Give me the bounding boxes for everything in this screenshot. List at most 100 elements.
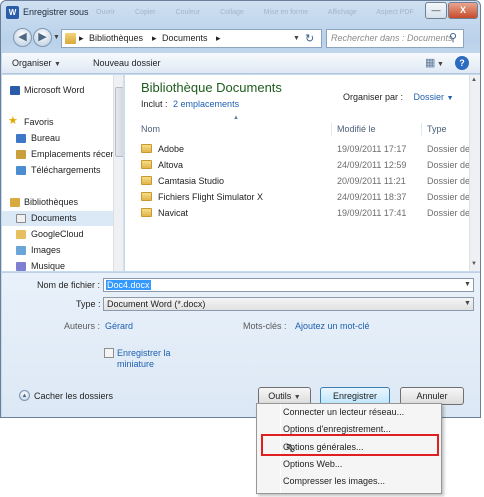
star-icon: ★ bbox=[8, 115, 18, 127]
file-list-scrollbar[interactable]: ▲ ▼ bbox=[469, 75, 480, 271]
view-dropdown-icon[interactable]: ▼ bbox=[437, 58, 444, 68]
bg-tab: Couleur bbox=[175, 9, 201, 16]
organize-button[interactable]: Organiser ▼ bbox=[12, 58, 61, 68]
chevron-down-icon[interactable]: ▼ bbox=[464, 300, 471, 307]
menu-item-map-network-drive[interactable]: Connecter un lecteur réseau... bbox=[283, 407, 404, 417]
column-divider[interactable] bbox=[421, 123, 422, 136]
folder-icon bbox=[141, 176, 152, 185]
help-icon[interactable]: ? bbox=[455, 56, 469, 70]
search-box[interactable]: Rechercher dans : Documents ⚲ bbox=[326, 29, 464, 48]
sidebar-item-label: Microsoft Word bbox=[24, 85, 85, 95]
file-modified: 19/09/2011 17:41 bbox=[337, 208, 407, 218]
save-as-dialog: W Enregistrer sous Ouvrir Copier Couleur… bbox=[0, 0, 481, 418]
sidebar-item-recent-places[interactable]: Emplacements récents bbox=[2, 147, 123, 162]
sidebar-item-images[interactable]: Images bbox=[2, 243, 123, 258]
chevron-down-icon[interactable]: ▼ bbox=[447, 95, 454, 102]
organize-label: Organiser bbox=[12, 58, 52, 68]
sidebar-item-documents[interactable]: Documents bbox=[2, 211, 123, 226]
bg-tab: Ouvrir bbox=[96, 9, 116, 16]
sidebar-item-favorites[interactable]: ★ Favoris bbox=[2, 115, 123, 130]
thumbnail-label-line1[interactable]: Enregistrer la bbox=[117, 348, 171, 358]
libraries-icon bbox=[10, 198, 20, 207]
bg-tab: Aspect PDF bbox=[376, 9, 414, 16]
search-input[interactable]: Rechercher dans : Documents bbox=[331, 33, 453, 43]
file-row[interactable]: Navicat 19/09/2011 17:41 Dossier de fic bbox=[141, 205, 469, 221]
back-arrow-icon: ◀ bbox=[18, 31, 27, 43]
tools-label: Outils bbox=[268, 391, 292, 401]
word-app-icon: W bbox=[6, 6, 19, 19]
close-button[interactable]: X bbox=[448, 2, 478, 19]
file-modified: 24/09/2011 12:59 bbox=[337, 160, 407, 170]
hide-folders-link[interactable]: Cacher les dossiers bbox=[34, 391, 113, 401]
sidebar-item-libraries[interactable]: Bibliothèques bbox=[2, 195, 123, 210]
filename-label: Nom de fichier : bbox=[37, 280, 101, 290]
file-modified: 19/09/2011 17:17 bbox=[337, 144, 407, 154]
file-type-select[interactable]: Document Word (*.docx) ▼ bbox=[103, 297, 474, 311]
documents-icon bbox=[16, 214, 26, 223]
arrange-by-dropdown[interactable]: Dossier bbox=[414, 92, 445, 102]
file-name: Camtasia Studio bbox=[158, 176, 225, 186]
scroll-down-icon[interactable]: ▼ bbox=[471, 261, 477, 267]
sidebar-item-desktop[interactable]: Bureau bbox=[2, 131, 123, 146]
scroll-up-icon[interactable]: ▲ bbox=[471, 77, 477, 83]
file-modified: 20/09/2011 11:21 bbox=[337, 176, 406, 186]
menu-item-save-options[interactable]: Options d'enregistrement... bbox=[283, 424, 391, 434]
word-icon bbox=[10, 86, 20, 95]
background-ribbon-tabs: Ouvrir Copier Couleur Collage Mise en fo… bbox=[96, 9, 426, 19]
thumbnail-label-line2[interactable]: miniature bbox=[117, 359, 154, 369]
file-row[interactable]: Altova 24/09/2011 12:59 Dossier de fic bbox=[141, 157, 469, 173]
address-dropdown-icon[interactable]: ▼ bbox=[293, 35, 300, 42]
sidebar-item-downloads[interactable]: Téléchargements bbox=[2, 163, 123, 178]
column-divider[interactable] bbox=[331, 123, 332, 136]
title-bar: W Enregistrer sous Ouvrir Copier Couleur… bbox=[1, 1, 480, 25]
column-header-modified[interactable]: Modifié le bbox=[337, 120, 376, 138]
keywords-field[interactable]: Ajoutez un mot-clé bbox=[295, 321, 370, 331]
bg-tab: Collage bbox=[220, 9, 244, 16]
sidebar-item-googlecloud[interactable]: GoogleCloud bbox=[2, 227, 123, 242]
folder-icon bbox=[141, 160, 152, 169]
sidebar-scrollbar[interactable] bbox=[113, 75, 123, 271]
address-bar[interactable]: ▸ Bibliothèques ▸ Documents ▸ ▼ ↻ bbox=[61, 29, 322, 48]
sidebar-item-music[interactable]: Musique bbox=[2, 259, 123, 271]
bg-tab: Mise en forme bbox=[263, 9, 309, 16]
back-button[interactable]: ◀ bbox=[13, 28, 32, 47]
filename-input[interactable]: Doc4.docx bbox=[106, 280, 151, 290]
forward-button[interactable]: ▶ bbox=[33, 28, 52, 47]
type-label: Type : bbox=[76, 299, 101, 309]
history-dropdown-icon[interactable]: ▼ bbox=[53, 34, 60, 41]
menu-item-web-options[interactable]: Options Web... bbox=[283, 459, 342, 469]
menu-item-compress-images[interactable]: Compresser les images... bbox=[283, 476, 385, 486]
column-header-name[interactable]: Nom bbox=[141, 120, 160, 138]
column-header-type[interactable]: Type bbox=[427, 120, 447, 138]
hide-folders-icon[interactable]: ▲ bbox=[19, 390, 30, 401]
new-folder-button[interactable]: Nouveau dossier bbox=[93, 58, 161, 68]
breadcrumb-documents[interactable]: Documents bbox=[162, 33, 208, 43]
sidebar-item-microsoft-word[interactable]: Microsoft Word bbox=[2, 83, 123, 98]
minimize-button[interactable]: — bbox=[425, 2, 447, 19]
thumbnail-checkbox[interactable] bbox=[104, 348, 114, 358]
mouse-cursor-icon: ⬁ bbox=[285, 440, 296, 455]
file-row[interactable]: Adobe 19/09/2011 17:17 Dossier de fic bbox=[141, 141, 469, 157]
breadcrumb-separator-icon[interactable]: ▸ bbox=[216, 33, 221, 44]
breadcrumb-libraries[interactable]: Bibliothèques bbox=[89, 33, 143, 43]
view-options-icon[interactable]: ▦ bbox=[425, 56, 435, 69]
breadcrumb-separator-icon[interactable]: ▸ bbox=[152, 33, 157, 44]
file-name: Altova bbox=[158, 160, 184, 170]
breadcrumb-separator-icon[interactable]: ▸ bbox=[79, 33, 84, 44]
locations-link[interactable]: 2 emplacements bbox=[173, 99, 239, 109]
sidebar-item-label: Emplacements récents bbox=[31, 149, 123, 159]
filename-field[interactable]: Doc4.docx ▼ bbox=[103, 278, 474, 292]
file-row[interactable]: Camtasia Studio 20/09/2011 11:21 Dossier… bbox=[141, 173, 469, 189]
authors-field[interactable]: Gérard bbox=[105, 321, 133, 331]
search-icon[interactable]: ⚲ bbox=[449, 31, 457, 44]
bg-tab: Affichage bbox=[327, 9, 357, 16]
refresh-icon[interactable]: ↻ bbox=[305, 32, 314, 45]
recent-places-icon bbox=[16, 150, 26, 159]
images-icon bbox=[16, 246, 26, 255]
folder-icon bbox=[16, 230, 26, 239]
file-row[interactable]: Fichiers Flight Simulator X 24/09/2011 1… bbox=[141, 189, 469, 205]
library-icon bbox=[65, 33, 76, 44]
arrange-by: Organiser par : Dossier ▼ bbox=[343, 92, 454, 102]
sidebar-scroll-thumb[interactable] bbox=[115, 87, 123, 157]
chevron-down-icon[interactable]: ▼ bbox=[464, 281, 471, 288]
